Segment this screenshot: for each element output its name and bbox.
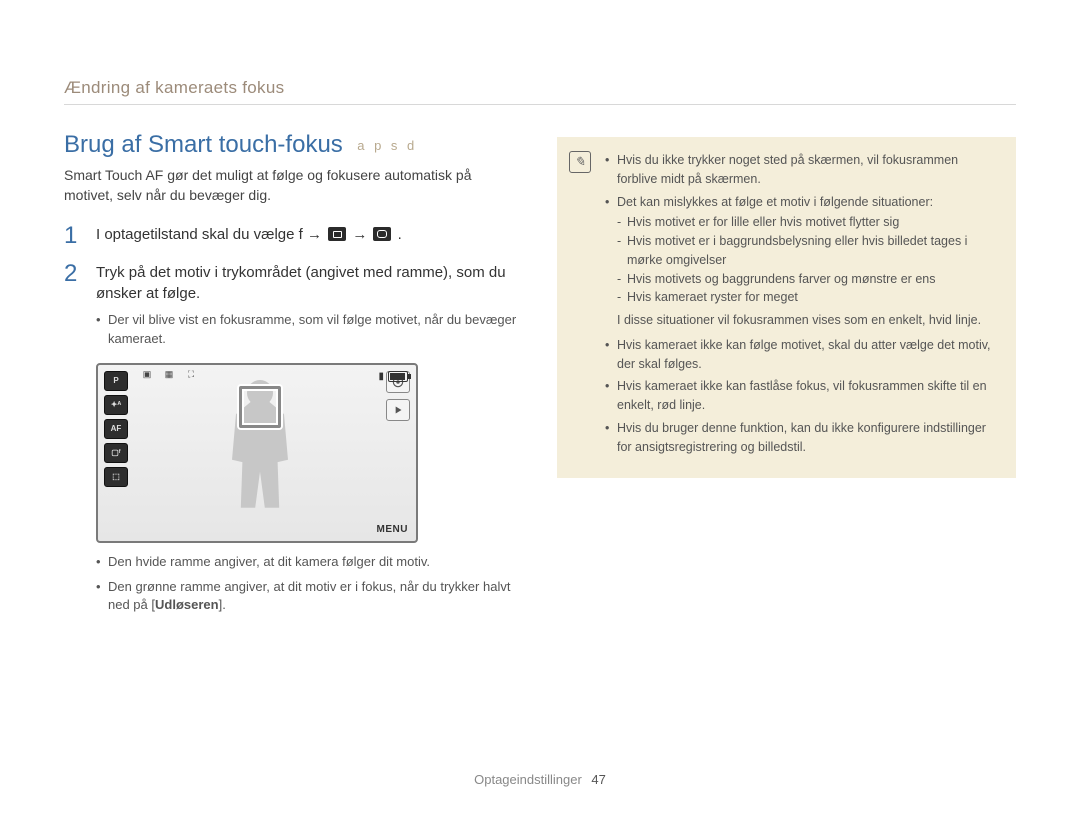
- camera-icon-face: ▢ᶠ: [104, 443, 128, 463]
- shutter-bold: Udløseren: [155, 597, 219, 612]
- step-1-text-post: .: [398, 226, 402, 243]
- right-column: ✎ Hvis du ikke trykker noget sted på skæ…: [557, 131, 1016, 615]
- breadcrumb: Ændring af kameraets fokus: [64, 78, 1016, 98]
- footer-section: Optageindstillinger: [474, 772, 582, 787]
- note-item: Hvis kameraet ikke kan følge motivet, sk…: [605, 336, 998, 374]
- note-list: Hvis du ikke trykker noget sted på skærm…: [605, 151, 998, 456]
- mode-icon: [328, 227, 346, 241]
- note-item: Hvis kameraet ikke kan fastlåse fokus, v…: [605, 377, 998, 415]
- note-subitem: Hvis motivets og baggrundens farver og m…: [617, 270, 998, 289]
- step-1-text-mid: →: [352, 226, 371, 243]
- camera-icon-label: ⬚: [112, 473, 120, 481]
- camera-icon-label: ✦ᴬ: [111, 401, 122, 409]
- camera-center-area: [134, 371, 386, 535]
- camera-icon-mode: P: [104, 371, 128, 391]
- note-sublist: Hvis motivet er for lille eller hvis mot…: [617, 213, 998, 307]
- camera-icon-label: P: [113, 377, 118, 385]
- camera-left-icon-column: P ✦ᴬ AF ▢ᶠ ⬚: [104, 371, 134, 535]
- step-1-text-pre: I optagetilstand skal du vælge f →: [96, 226, 326, 243]
- note-item-text: Det kan mislykkes at følge et motiv i fø…: [617, 195, 933, 209]
- camera-icon-label: ▢ᶠ: [111, 449, 121, 457]
- page-number: 47: [591, 772, 605, 787]
- camera-icon-flash: ✦ᴬ: [104, 395, 128, 415]
- camera-icon-style: ⬚: [104, 467, 128, 487]
- after-image-bullet-2: Den grønne ramme angiver, at dit motiv e…: [96, 578, 523, 616]
- after-image-bullet-2-post: ].: [219, 597, 226, 612]
- footer: Optageindstillinger 47: [0, 772, 1080, 787]
- note-subitem: Hvis motivet er for lille eller hvis mot…: [617, 213, 998, 232]
- battery-icon: [388, 371, 408, 382]
- step-number: 1: [64, 224, 82, 248]
- intro-paragraph: Smart Touch AF gør det muligt at følge o…: [64, 165, 523, 206]
- focus-frame: [239, 386, 281, 428]
- page-title: Brug af Smart touch-fokus: [64, 131, 343, 158]
- step-2-text: Tryk på det motiv i trykområdet (angivet…: [96, 262, 523, 306]
- touch-af-icon: [373, 227, 391, 241]
- camera-menu-label: MENU: [377, 524, 408, 535]
- camera-icon-label: AF: [111, 425, 122, 433]
- camera-icon-af: AF: [104, 419, 128, 439]
- subject-silhouette: [205, 388, 315, 518]
- note-item-after: I disse situationer vil fokusrammen vise…: [617, 311, 998, 330]
- step-2-body: Tryk på det motiv i trykområdet (angivet…: [96, 262, 523, 349]
- note-subitem: Hvis kameraet ryster for meget: [617, 288, 998, 307]
- note-item: Det kan mislykkes at følge et motiv i fø…: [605, 193, 998, 330]
- title-row: Brug af Smart touch-fokus a p s d: [64, 131, 523, 159]
- left-column: Brug af Smart touch-fokus a p s d Smart …: [64, 131, 523, 615]
- mode-indicators: a p s d: [357, 138, 417, 153]
- divider: [64, 104, 1016, 105]
- step-2: 2 Tryk på det motiv i trykområdet (angiv…: [64, 262, 523, 349]
- camera-play-icon: [386, 399, 410, 421]
- step-number: 2: [64, 262, 82, 349]
- step-1: 1 I optagetilstand skal du vælge f → → .: [64, 224, 523, 248]
- note-subitem: Hvis motivet er i baggrundsbelysning ell…: [617, 232, 998, 270]
- step-2-bullet: Der vil blive vist en fokusramme, som vi…: [96, 311, 523, 349]
- camera-screen-preview: P ✦ᴬ AF ▢ᶠ ⬚ ▣ ▦ ⛶ ▮: [96, 363, 418, 543]
- note-box: ✎ Hvis du ikke trykker noget sted på skæ…: [557, 137, 1016, 478]
- after-image-bullet-1: Den hvide ramme angiver, at dit kamera f…: [96, 553, 523, 572]
- camera-right-icon-column: [386, 371, 410, 535]
- note-item: Hvis du bruger denne funktion, kan du ik…: [605, 419, 998, 457]
- step-1-body: I optagetilstand skal du vælge f → → .: [96, 224, 402, 248]
- note-item: Hvis du ikke trykker noget sted på skærm…: [605, 151, 998, 189]
- note-icon: ✎: [569, 151, 591, 173]
